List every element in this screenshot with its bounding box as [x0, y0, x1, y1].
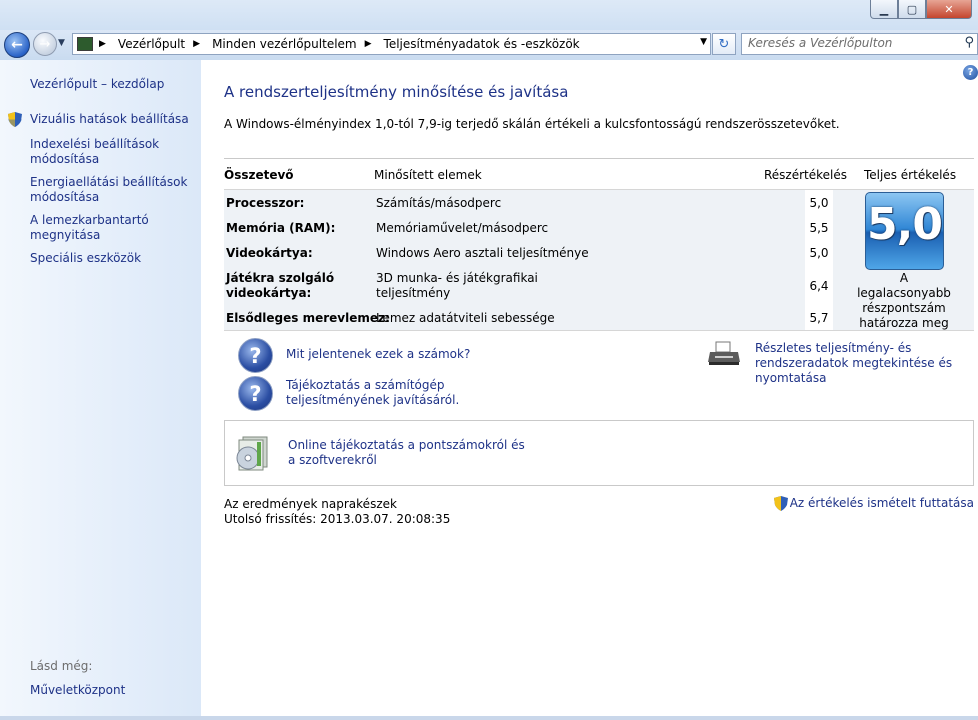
window-controls: ▁ ▢ ✕ — [870, 0, 972, 19]
subscore-value: 5,7 — [809, 311, 829, 325]
control-panel-icon — [77, 37, 93, 51]
sidebar-item-action-center[interactable]: Műveletközpont — [30, 683, 125, 698]
title-bar: ▁ ▢ ✕ — [0, 0, 978, 30]
component-name: Memória (RAM): — [226, 221, 336, 235]
search-input[interactable] — [742, 34, 964, 52]
subscore-value: 5,0 — [809, 196, 829, 210]
navigation-bar: ← → ▼ ▶ Vezérlőpult ▶ Minden vezérlőpult… — [0, 30, 978, 60]
forward-arrow-icon: → — [39, 36, 51, 52]
subscore-value: 6,4 — [809, 279, 829, 293]
page-title: A rendszerteljesítmény minősítése és jav… — [224, 83, 569, 101]
see-also-heading: Lásd még: — [30, 659, 93, 673]
score-table: Összetevő Minősített elemek Részértékelé… — [224, 158, 974, 331]
what-numbers-link[interactable]: Mit jelentenek ezek a számok? — [286, 347, 470, 362]
minimize-icon: ▁ — [879, 2, 889, 16]
question-icon: ? — [238, 338, 273, 373]
table-body: Processzor: Számítás/másodperc 5,0 Memór… — [224, 189, 974, 331]
maximize-icon: ▢ — [906, 2, 918, 16]
chevron-down-icon: ▼ — [58, 38, 65, 48]
improve-performance-link[interactable]: Tájékoztatás a számítógép teljesítményén… — [286, 378, 486, 408]
online-info-box: Online tájékoztatás a pontszámokról és a… — [224, 420, 974, 486]
breadcrumb-label: Teljesítményadatok és -eszközök — [383, 37, 580, 51]
subscore-column — [805, 190, 833, 330]
detailed-info-link[interactable]: Részletes teljesítmény- és rendszeradato… — [755, 341, 977, 386]
component-name: Elsődleges merevlemez: — [226, 311, 390, 325]
breadcrumb-chevron-icon[interactable]: ▶ — [193, 39, 200, 49]
refresh-button[interactable]: ↻ — [712, 33, 736, 55]
last-update-text: Utolsó frissítés: 2013.03.07. 20:08:35 — [224, 512, 451, 526]
header-rated-items: Minősített elemek — [374, 168, 482, 182]
sidebar: Vezérlőpult – kezdőlap Vizuális hatások … — [0, 60, 201, 716]
component-name: Játékra szolgáló videokártya: — [226, 271, 335, 300]
breadcrumb-control-panel[interactable]: Vezérlőpult ▶ — [118, 37, 206, 51]
software-disc-icon — [236, 436, 268, 471]
header-base-score: Teljes értékelés — [864, 168, 957, 182]
table-header: Összetevő Minősített elemek Részértékelé… — [224, 159, 974, 189]
sidebar-item-power-settings[interactable]: Energiaellátási beállítások módosítása — [30, 175, 195, 205]
question-icon: ? — [238, 376, 273, 411]
rated-item: Számítás/másodperc — [376, 196, 502, 210]
breadcrumb-separator[interactable]: ▶ — [97, 39, 112, 49]
minimize-button[interactable]: ▁ — [870, 0, 898, 19]
subscore-value: 5,0 — [809, 246, 829, 260]
sidebar-item-disk-cleanup[interactable]: A lemezkarbantartó megnyitása — [30, 213, 180, 243]
main-content: ? A rendszerteljesítmény minősítése és j… — [201, 60, 978, 716]
breadcrumb-label: Minden vezérlőpultelem — [212, 37, 357, 51]
window-bottom-border — [0, 716, 978, 720]
rated-item: Lemez adatátviteli sebessége — [376, 311, 555, 325]
maximize-button[interactable]: ▢ — [898, 0, 926, 19]
component-name: Videokártya: — [226, 246, 313, 260]
component-name: Processzor: — [226, 196, 305, 210]
base-score-value: 5,0 — [867, 199, 943, 250]
sidebar-item-visual-effects[interactable]: Vizuális hatások beállítása — [30, 112, 189, 127]
breadcrumb-label: Vezérlőpult — [117, 37, 186, 51]
back-arrow-icon: ← — [11, 37, 23, 53]
header-component: Összetevő — [224, 168, 294, 182]
status-text: Az eredmények naprakészek — [224, 497, 397, 511]
forward-button[interactable]: → — [33, 32, 57, 56]
base-score-note: A legalacsonyabb részpontszám határozza … — [857, 271, 951, 330]
rated-item: 3D munka- és játékgrafikai teljesítmény — [376, 271, 538, 300]
rated-item: Memóriaművelet/másodperc — [376, 221, 549, 235]
close-icon: ✕ — [944, 2, 954, 16]
shield-icon — [8, 112, 22, 127]
refresh-icon: ↻ — [718, 36, 730, 52]
printer-icon — [708, 341, 740, 365]
rerun-assessment[interactable]: Az értékelés ismételt futtatása — [773, 496, 974, 511]
breadcrumb-performance-tools[interactable]: Teljesítményadatok és -eszközök — [384, 37, 580, 51]
intro-text: A Windows-élményindex 1,0-tól 7,9-ig ter… — [224, 117, 840, 131]
search-box[interactable]: ⚲ — [741, 33, 978, 55]
address-dropdown-icon[interactable]: ▼ — [700, 37, 707, 47]
help-icon[interactable]: ? — [963, 65, 978, 80]
sidebar-item-control-panel-home[interactable]: Vezérlőpult – kezdőlap — [30, 77, 164, 92]
close-button[interactable]: ✕ — [926, 0, 972, 19]
breadcrumb-all-items[interactable]: Minden vezérlőpultelem ▶ — [212, 37, 377, 51]
rerun-assessment-link[interactable]: Az értékelés ismételt futtatása — [790, 496, 974, 511]
address-bar[interactable]: ▶ Vezérlőpult ▶ Minden vezérlőpultelem ▶… — [72, 33, 711, 55]
online-info-link[interactable]: Online tájékoztatás a pontszámokról és a… — [288, 438, 528, 468]
subscore-value: 5,5 — [809, 221, 829, 235]
rated-item: Windows Aero asztali teljesítménye — [376, 246, 589, 260]
sidebar-item-advanced-tools[interactable]: Speciális eszközök — [30, 251, 141, 266]
breadcrumb-chevron-icon[interactable]: ▶ — [365, 39, 372, 49]
base-score-badge: 5,0 — [865, 192, 944, 270]
shield-icon — [773, 496, 788, 511]
sidebar-item-indexing-options[interactable]: Indexelési beállítások módosítása — [30, 137, 190, 167]
header-subscore: Részértékelés — [764, 168, 848, 182]
back-button[interactable]: ← — [4, 32, 30, 58]
search-icon[interactable]: ⚲ — [964, 35, 974, 50]
recent-pages-button[interactable]: ▼ — [58, 38, 65, 48]
